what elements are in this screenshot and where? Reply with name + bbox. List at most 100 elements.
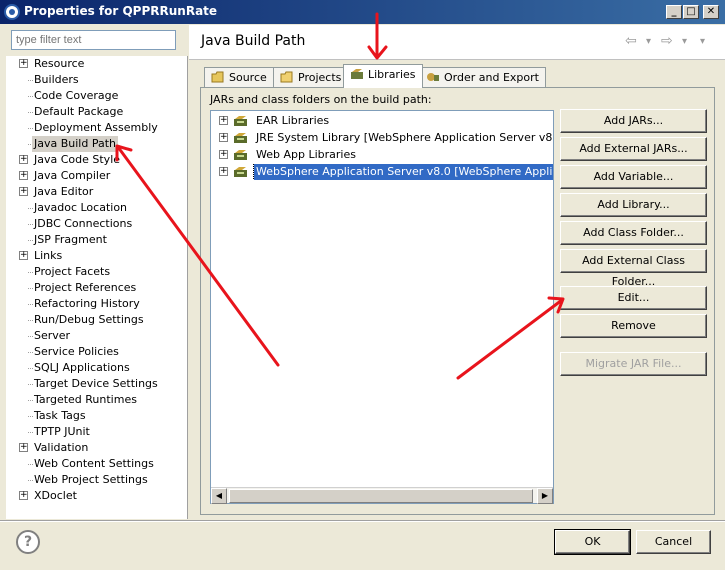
add-variable-button[interactable]: Add Variable... [560,165,707,189]
nav-item[interactable]: Server [34,328,70,344]
nav-item[interactable]: TPTP JUnit [34,424,90,440]
add-jars-button[interactable]: Add JARs... [560,109,707,133]
tree-connector [28,384,33,385]
nav-item[interactable]: SQLJ Applications [34,360,130,376]
nav-item[interactable]: Web Content Settings [34,456,154,472]
library-icon [234,167,247,177]
nav-item[interactable]: Task Tags [34,408,86,424]
nav-item[interactable]: Web Project Settings [34,472,148,488]
horizontal-scrollbar[interactable]: ◀ ▶ [211,487,553,504]
tab-projects[interactable]: Projects [273,67,349,87]
nav-item[interactable]: Links [34,248,62,264]
nav-item[interactable]: Project References [34,280,136,296]
scroll-right-icon[interactable]: ▶ [537,488,553,504]
tab-projects-label: Projects [298,71,342,84]
remove-button[interactable]: Remove [560,314,707,338]
expand-icon[interactable]: + [19,187,28,196]
tab-source-label: Source [229,71,267,84]
nav-item[interactable]: Deployment Assembly [34,120,158,136]
nav-item[interactable]: Run/Debug Settings [34,312,144,328]
add-external-jars-button[interactable]: Add External JARs... [560,137,707,161]
minimize-button[interactable]: _ [666,5,682,19]
nav-item[interactable]: Java Editor [34,184,93,200]
source-folder-icon [211,71,224,83]
tab-order-export[interactable]: Order and Export [419,67,546,87]
libraries-tree[interactable]: + EAR Libraries + JRE System Library [WebSp… [210,110,554,504]
nav-item[interactable]: Service Policies [34,344,119,360]
nav-item[interactable]: Builders [34,72,79,88]
ok-button[interactable]: OK [554,529,631,555]
expand-icon[interactable]: + [19,491,28,500]
tab-source[interactable]: Source [204,67,274,87]
nav-item[interactable]: Resource [34,56,84,72]
nav-item[interactable]: Code Coverage [34,88,118,104]
forward-arrow-icon[interactable]: ⇨ [661,33,673,49]
tab-libraries[interactable]: Libraries [343,64,423,88]
eclipse-icon [4,4,20,20]
tree-connector [28,320,33,321]
library-label: Web App Libraries [256,148,356,161]
library-item[interactable]: + WebSphere Application Server v8.0 [WebS… [219,164,553,180]
tree-connector [28,464,33,465]
page-title: Java Build Path [201,33,306,49]
nav-item[interactable]: JDBC Connections [34,216,132,232]
nav-item[interactable]: Refactoring History [34,296,140,312]
add-library-button[interactable]: Add Library... [560,193,707,217]
expand-icon[interactable]: + [19,251,28,260]
back-menu-icon[interactable]: ▾ [646,36,651,47]
tree-connector [28,240,33,241]
edit-button[interactable]: Edit... [560,286,707,310]
help-icon[interactable]: ? [16,530,40,554]
nav-item[interactable]: XDoclet [34,488,77,504]
add-class-folder-button[interactable]: Add Class Folder... [560,221,707,245]
expand-icon[interactable]: + [19,59,28,68]
expand-icon[interactable]: + [219,167,228,176]
expand-icon[interactable]: + [219,133,228,142]
scroll-thumb[interactable] [229,489,533,503]
library-icon [234,150,247,160]
tree-connector [28,416,33,417]
filter-input[interactable] [11,30,176,50]
library-icon [234,116,247,126]
library-label: JRE System Library [WebSphere Applicatio… [256,131,553,144]
tree-connector [28,400,33,401]
nav-item[interactable]: Java Compiler [34,168,110,184]
nav-item[interactable]: Default Package [34,104,123,120]
title-bar: Properties for QPPRRunRate _ □ ✕ [0,0,725,24]
expand-icon[interactable]: + [219,116,228,125]
scroll-left-icon[interactable]: ◀ [211,488,227,504]
nav-item[interactable]: Javadoc Location [34,200,127,216]
nav-item[interactable]: JSP Fragment [34,232,107,248]
nav-item[interactable]: Java Build Path [32,136,119,152]
add-external-class-folder-button[interactable]: Add External Class Folder... [560,249,707,288]
view-menu-icon[interactable]: ▾ [700,36,705,47]
nav-item[interactable]: Project Facets [34,264,110,280]
libraries-list-label: JARs and class folders on the build path… [210,93,432,106]
nav-item[interactable]: Targeted Runtimes [34,392,137,408]
back-arrow-icon[interactable]: ⇦ [625,33,637,49]
tree-connector [28,128,33,129]
tree-connector [28,80,33,81]
library-label: WebSphere Application Server v8.0 [WebSp… [253,164,553,180]
library-item[interactable]: + EAR Libraries [219,113,553,129]
expand-icon[interactable]: + [219,150,228,159]
migrate-jar-button[interactable]: Migrate JAR File... [560,352,707,376]
properties-nav-tree: + Resource Builders Code Coverage Default Pa… [6,56,188,519]
maximize-button[interactable]: □ [683,5,699,19]
library-item[interactable]: + JRE System Library [WebSphere Applicati… [219,130,553,146]
forward-menu-icon[interactable]: ▾ [682,36,687,47]
library-item[interactable]: + Web App Libraries [219,147,553,163]
cancel-button[interactable]: Cancel [636,530,711,554]
projects-folder-icon [280,71,293,83]
expand-icon[interactable]: + [19,171,28,180]
close-button[interactable]: ✕ [703,5,719,19]
tree-connector [28,368,33,369]
tree-connector [28,432,33,433]
nav-item[interactable]: Java Code Style [34,152,120,168]
nav-item[interactable]: Target Device Settings [34,376,158,392]
expand-icon[interactable]: + [19,155,28,164]
library-icon [234,133,247,143]
expand-icon[interactable]: + [19,443,28,452]
nav-item[interactable]: Validation [34,440,88,456]
window-title: Properties for QPPRRunRate [24,4,218,18]
